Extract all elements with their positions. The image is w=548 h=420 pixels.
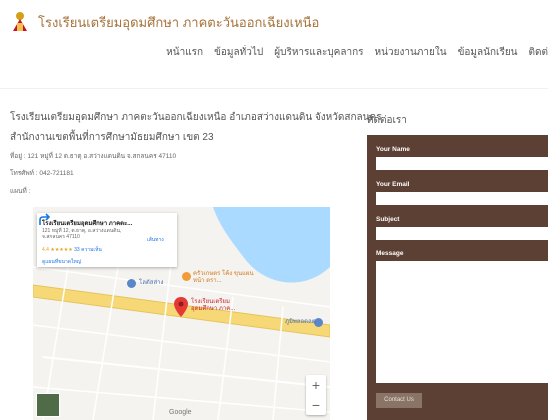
zoom-out-button[interactable]: − [306, 395, 326, 415]
main-nav: หน้าแรก ข้อมูลทั่วไป ผู้บริหารและบุคลากร… [166, 45, 548, 60]
map-place-lotus: โลตัสส่าง [139, 280, 164, 286]
school-info: โรงเรียนเตรียมอุดมศึกษา ภาคตะวันออกเฉียง… [10, 110, 382, 196]
map-card-address: 121 หมู่ที่ 12, ต.ธาตุ, อ.สว่างแดนดิน, จ… [42, 228, 122, 240]
nav-departments[interactable]: หน่วยงานภายใน [375, 45, 447, 60]
nav-home[interactable]: หน้าแรก [166, 45, 203, 60]
map-card-rating: 4.4 ★★★★★ 33 ความเห็น [42, 246, 102, 254]
reviews-link[interactable]: 33 ความเห็น [74, 247, 102, 253]
restaurant-place-icon [182, 272, 191, 281]
email-input[interactable] [376, 192, 548, 205]
zoom-in-button[interactable]: + [306, 375, 326, 395]
map-place-school: โรงเรียนเตรียม อุดมศึกษา ภาค... [191, 299, 236, 312]
contact-heading: ติดต่อเรา [367, 115, 407, 126]
name-label: Your Name [376, 146, 410, 153]
school-name: โรงเรียนเตรียมอุดมศึกษา ภาคตะวันออกเฉียง… [10, 112, 382, 123]
map-card-title: โรงเรียนเตรียมอุดมศึกษา ภาคตะ... [42, 221, 133, 227]
message-label: Message [376, 250, 404, 257]
site-header: โรงเรียนเตรียมอุดมศึกษา ภาคตะวันออกเฉียง… [0, 0, 548, 88]
bigger-map-link[interactable]: ดูแผนที่ขนาดใหญ่ [42, 258, 81, 266]
school-address: ที่อยู่ : 121 หมู่ที่ 12 ต.ธาตุ อ.สว่างแ… [10, 153, 177, 160]
map-info-card: โรงเรียนเตรียมอุดมศึกษา ภาคตะ... 121 หมู… [37, 213, 177, 267]
nav-students[interactable]: ข้อมูลนักเรียน [458, 45, 518, 60]
shopping-place-icon [127, 279, 136, 288]
google-wordmark: Google [169, 409, 192, 416]
google-map[interactable]: โรงเรียนเตรียมอุดมศึกษา ภาคตะ... 121 หมู… [33, 207, 330, 420]
nav-contact[interactable]: ติดต่ [529, 45, 548, 60]
directions-label[interactable]: เส้นทาง [147, 236, 164, 244]
contact-form: Your Name Your Email Subject Message Con… [367, 135, 548, 420]
directions-icon[interactable] [37, 213, 53, 227]
school-logo-icon [13, 12, 27, 31]
nav-general-info[interactable]: ข้อมูลทั่วไป [214, 45, 263, 60]
contact-submit-button[interactable]: Contact Us [376, 393, 422, 408]
satellite-toggle[interactable] [36, 393, 60, 417]
message-textarea[interactable] [376, 261, 548, 383]
map-pin-icon [174, 297, 188, 317]
rating-stars: 4.4 ★★★★★ [42, 247, 73, 253]
map-place-restaurant: ครัวเกษตร โค้ง ขุนแผนหน้า ตรา... [193, 271, 254, 284]
name-input[interactable] [376, 157, 548, 170]
site-title[interactable]: โรงเรียนเตรียมอุดมศึกษา ภาคตะวันออกเฉียง… [38, 12, 319, 33]
school-office: สำนักงานเขตพื้นที่การศึกษามัธยมศึกษา เขต… [10, 132, 214, 143]
subject-input[interactable] [376, 227, 548, 240]
map-label: แผนที่ : [10, 188, 31, 195]
map-place-landmark: ภูมิพลอดลต [285, 319, 316, 325]
subject-label: Subject [376, 216, 400, 223]
nav-staff[interactable]: ผู้บริหารและบุคลากร [274, 45, 363, 60]
email-label: Your Email [376, 181, 410, 188]
map-zoom-control: + − [306, 375, 326, 415]
header-divider [0, 88, 548, 89]
school-phone: โทรศัพท์ : 042-721181 [10, 170, 74, 177]
